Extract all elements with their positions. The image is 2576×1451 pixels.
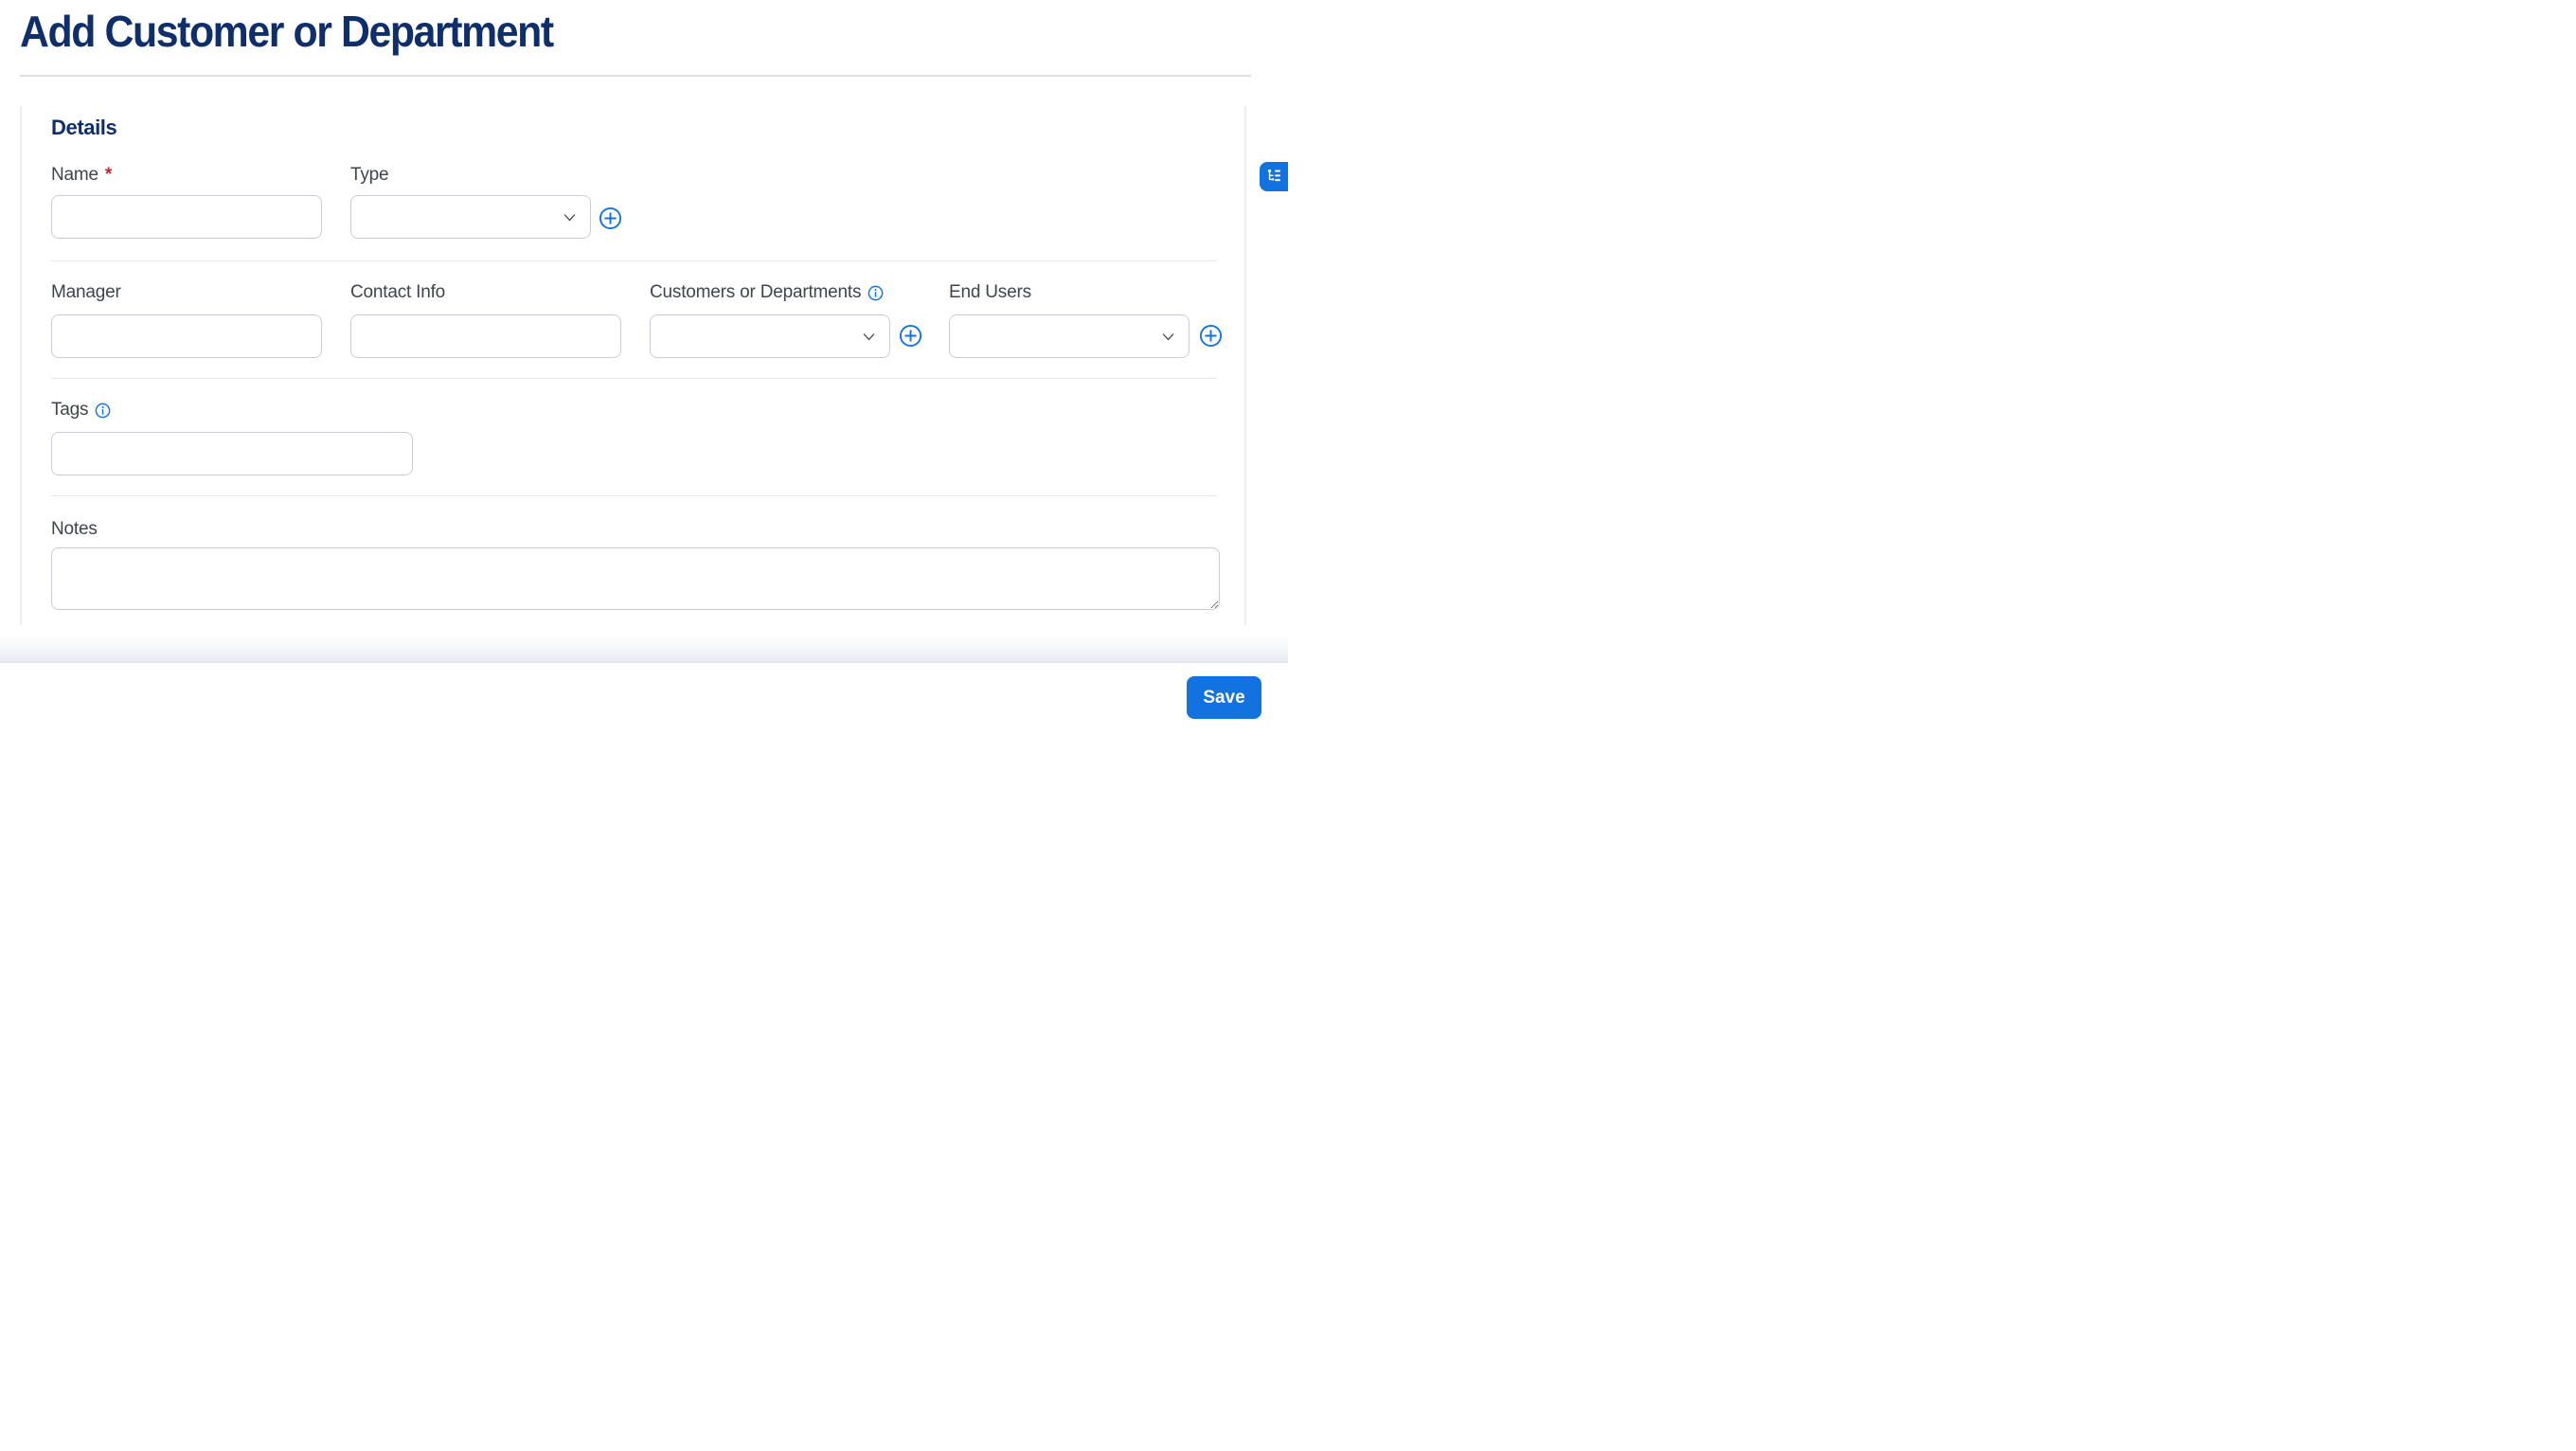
plus-circle-icon bbox=[1199, 324, 1223, 348]
notes-textarea[interactable] bbox=[51, 547, 1220, 610]
end-users-label: End Users bbox=[949, 282, 1031, 303]
customers-or-departments-label: Customers or Departments bbox=[650, 282, 884, 303]
manager-label: Manager bbox=[51, 282, 121, 303]
page-title: Add Customer or Department bbox=[20, 6, 553, 57]
row-divider bbox=[51, 495, 1217, 496]
type-label: Type bbox=[350, 165, 388, 186]
notes-label: Notes bbox=[51, 519, 98, 540]
title-divider bbox=[20, 75, 1251, 77]
type-select[interactable] bbox=[350, 195, 591, 239]
add-end-user-button[interactable] bbox=[1199, 324, 1223, 348]
tags-label: Tags bbox=[51, 400, 111, 421]
add-type-button[interactable] bbox=[599, 206, 622, 230]
chevron-down-icon bbox=[861, 329, 877, 345]
chevron-down-icon bbox=[562, 209, 578, 225]
chevron-down-icon bbox=[1160, 329, 1176, 345]
details-panel: Details Name* Type Manager Contact Info … bbox=[20, 106, 1246, 625]
info-icon[interactable] bbox=[95, 403, 111, 419]
end-users-select[interactable] bbox=[949, 314, 1190, 358]
tree-view-icon bbox=[1266, 168, 1282, 187]
add-customer-or-department-button[interactable] bbox=[899, 324, 922, 348]
plus-circle-icon bbox=[899, 324, 922, 348]
contact-info-input[interactable] bbox=[350, 314, 621, 358]
name-input[interactable] bbox=[51, 195, 322, 239]
tree-view-button[interactable] bbox=[1260, 162, 1288, 191]
footer-shadow bbox=[0, 636, 1288, 661]
customers-or-departments-select[interactable] bbox=[650, 314, 890, 358]
manager-input[interactable] bbox=[51, 314, 322, 358]
plus-circle-icon bbox=[599, 206, 622, 230]
required-asterisk: * bbox=[105, 165, 112, 186]
footer-bar: Save bbox=[0, 661, 1288, 726]
contact-info-label: Contact Info bbox=[350, 282, 445, 303]
row-divider bbox=[51, 260, 1217, 261]
row-divider bbox=[51, 378, 1217, 379]
info-icon[interactable] bbox=[868, 285, 884, 301]
tags-input[interactable] bbox=[51, 432, 413, 475]
details-heading: Details bbox=[51, 116, 116, 140]
name-label: Name* bbox=[51, 165, 112, 186]
save-button[interactable]: Save bbox=[1187, 676, 1261, 719]
